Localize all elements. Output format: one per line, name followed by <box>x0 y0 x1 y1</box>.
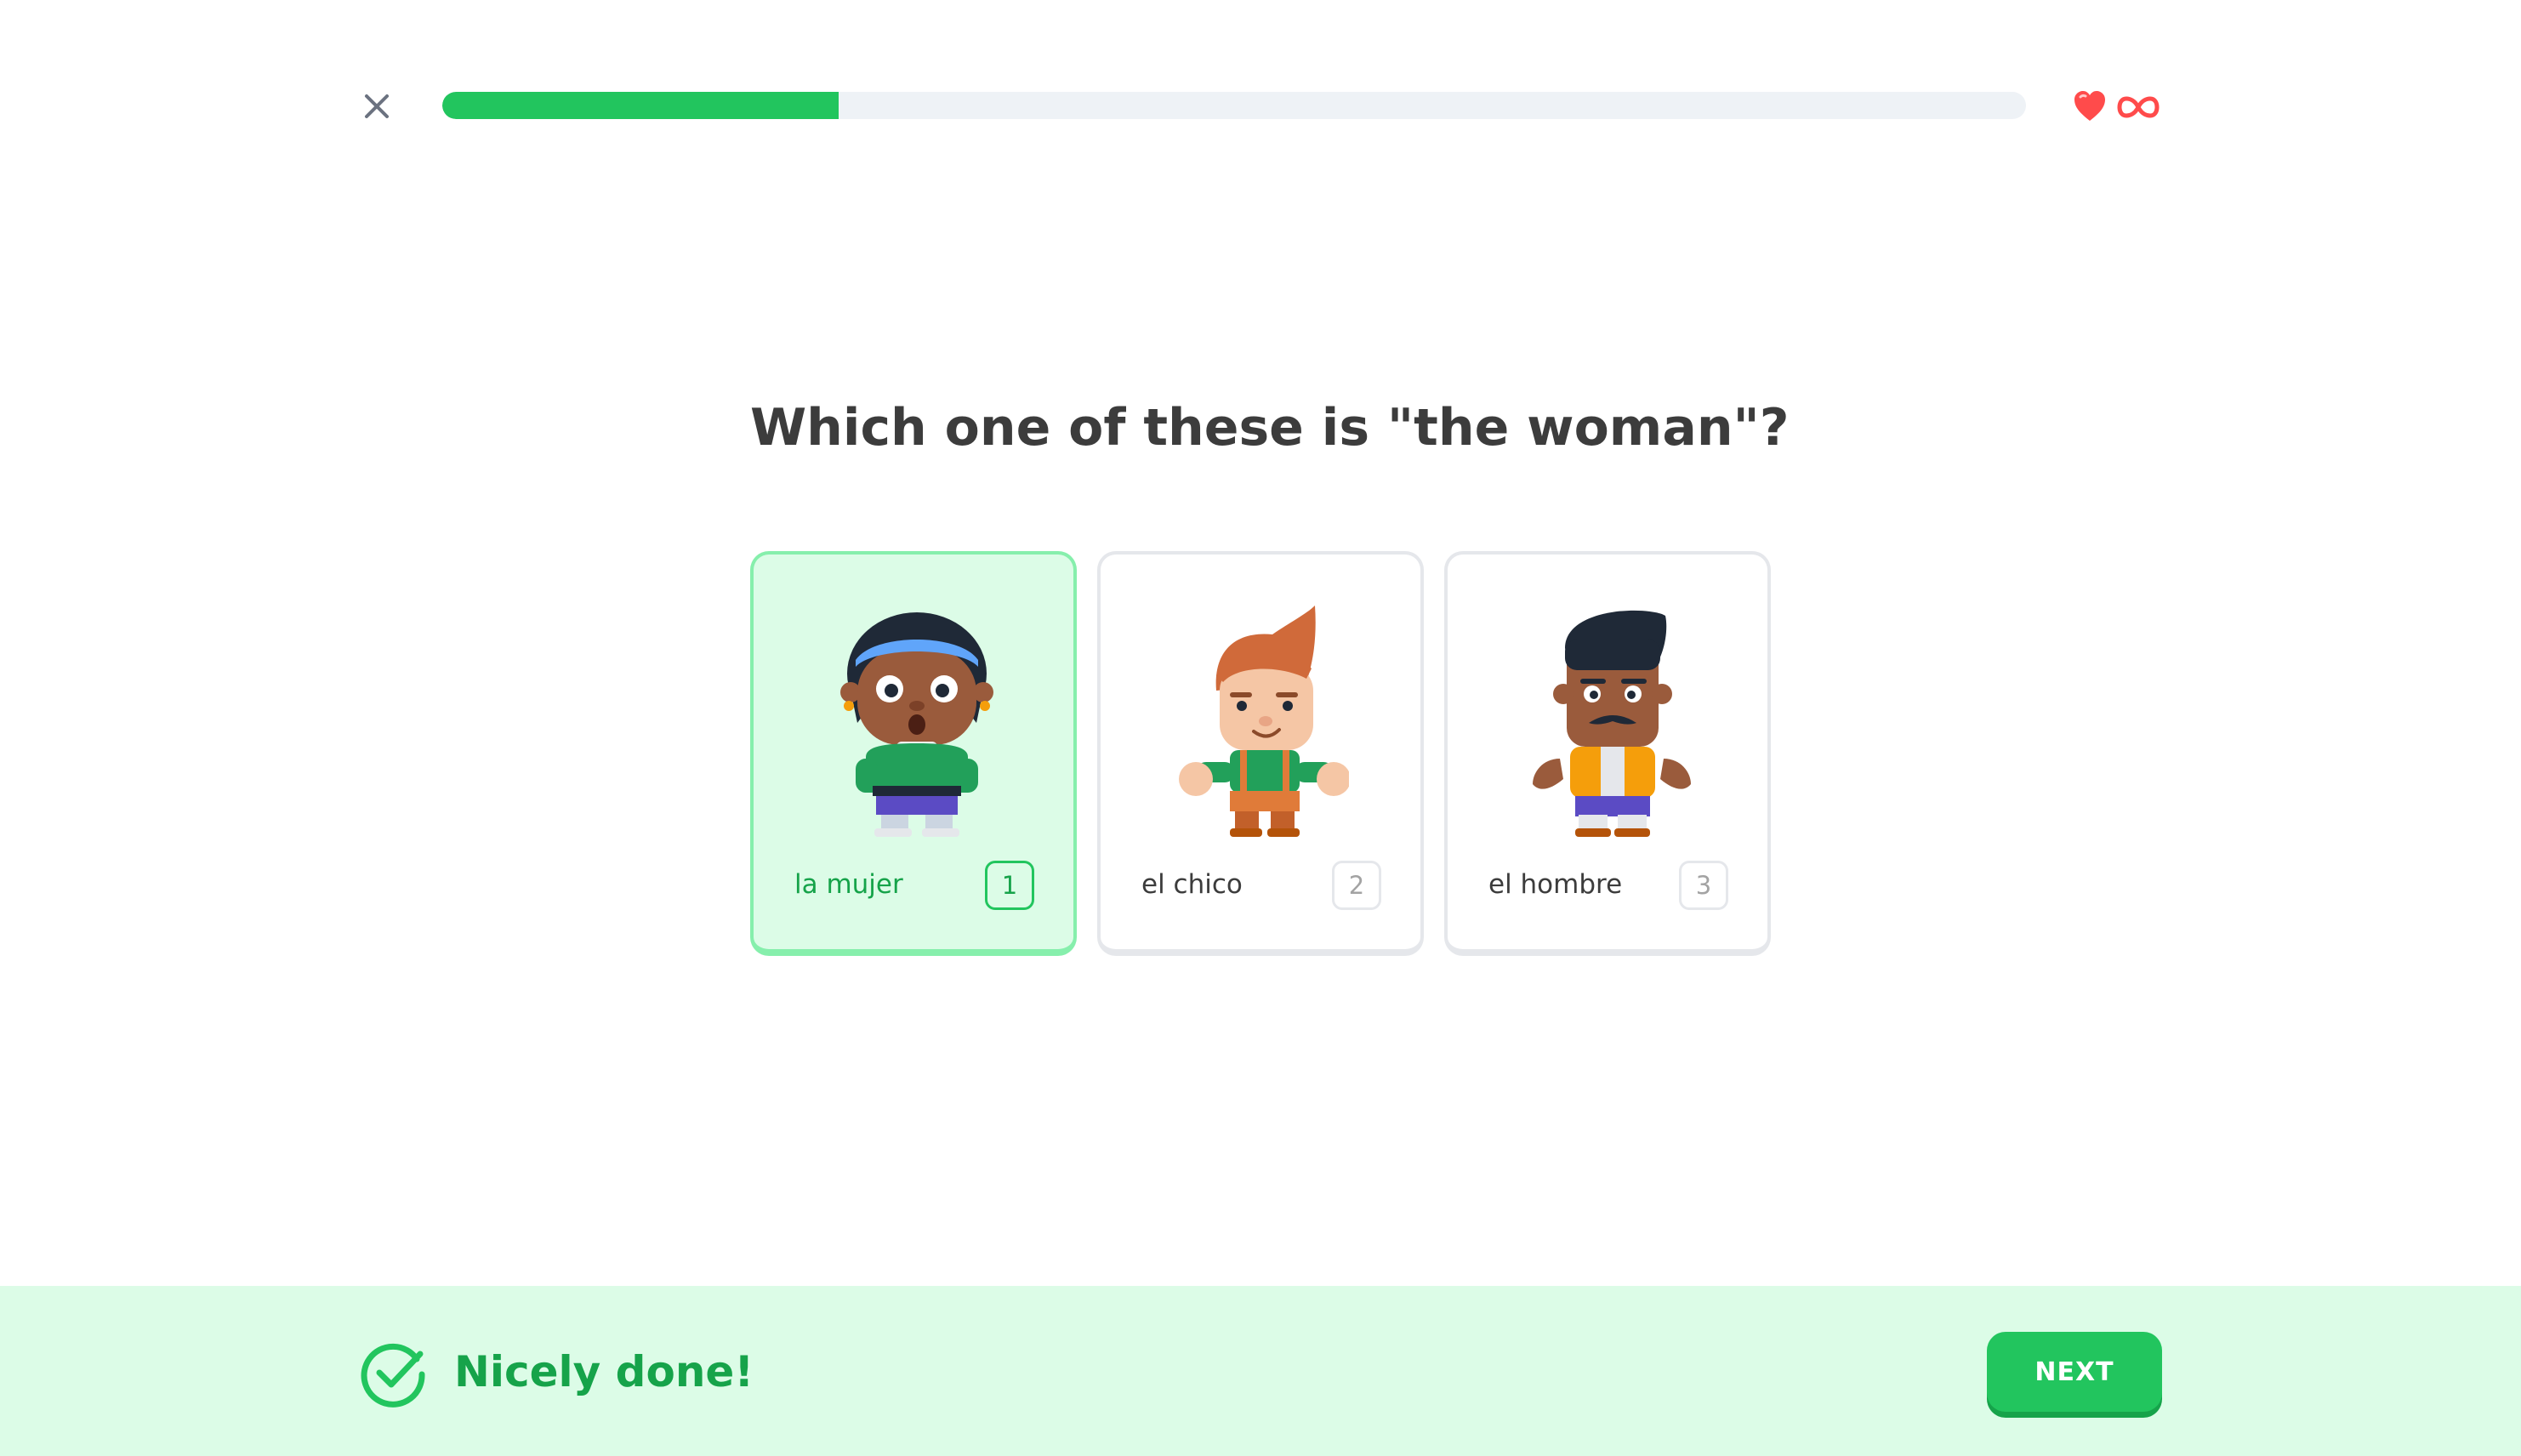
next-button[interactable]: NEXT <box>1987 1332 2162 1412</box>
option-label: la mujer <box>794 869 903 900</box>
option-label: el hombre <box>1488 869 1623 900</box>
feedback-footer: Nicely done! NEXT <box>0 1286 2521 1456</box>
option-card-el-hombre[interactable]: el hombre 3 <box>1444 551 1771 956</box>
close-icon <box>365 94 389 118</box>
man-figure-image <box>1533 610 1691 837</box>
close-button[interactable] <box>357 87 396 126</box>
option-card-el-chico[interactable]: el chico 2 <box>1097 551 1424 956</box>
answer-options: la mujer 1 el chico 2 el hombre 3 <box>750 551 1771 963</box>
heart-icon <box>2074 91 2105 121</box>
option-key-badge: 1 <box>985 861 1034 910</box>
question-title: Which one of these is "the woman"? <box>750 398 1790 458</box>
infinity-icon <box>2117 96 2160 118</box>
feedback-message: Nicely done! <box>454 1347 754 1396</box>
check-circle-icon <box>361 1343 425 1408</box>
boy-figure-image <box>1179 606 1349 837</box>
lesson-progress-fill <box>442 92 839 119</box>
option-key-badge: 3 <box>1679 861 1728 910</box>
lesson-progress-bar <box>442 92 2026 119</box>
option-key-badge: 2 <box>1332 861 1381 910</box>
option-card-la-mujer[interactable]: la mujer 1 <box>750 551 1077 956</box>
hearts-indicator[interactable] <box>2072 87 2164 126</box>
woman-figure-image <box>840 612 993 837</box>
option-label: el chico <box>1141 869 1243 900</box>
